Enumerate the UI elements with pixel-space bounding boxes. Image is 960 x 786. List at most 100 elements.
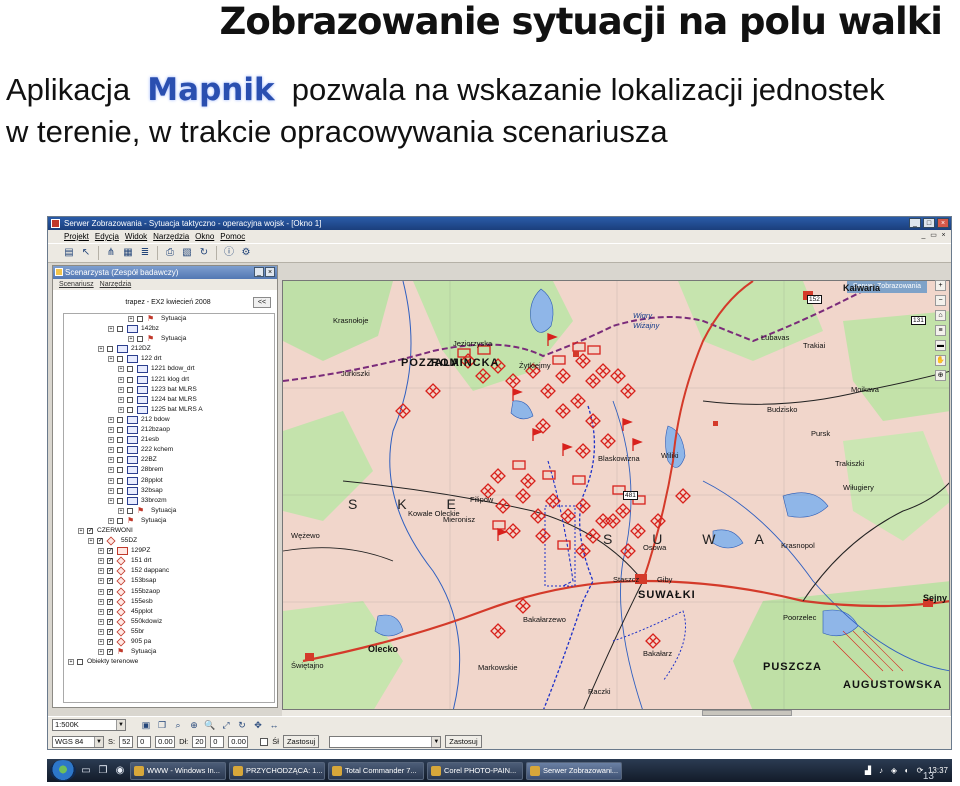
tree-item[interactable]: +32bsap [64,486,274,496]
network-icon[interactable]: ⋔ [104,246,118,260]
expand-toggle-icon[interactable]: + [108,437,114,444]
tree-item-checkbox[interactable] [127,366,133,373]
map-icon[interactable]: ▧ [180,246,194,260]
mdi-close-icon[interactable]: × [939,231,948,240]
expand-toggle-icon[interactable]: + [108,326,114,333]
tree-item-checkbox[interactable] [107,627,113,637]
expand-toggle-icon[interactable]: + [108,457,114,464]
collapse-panel-button[interactable]: << [253,297,271,308]
tree-item[interactable]: +1221 klog drt [64,375,274,385]
expand-toggle-icon[interactable]: + [128,336,134,343]
tree-item-checkbox[interactable] [107,647,113,657]
expand-toggle-icon[interactable]: + [98,639,104,645]
tree-item[interactable]: +222 kchem [64,445,274,455]
tree-item-checkbox[interactable] [117,447,123,454]
expand-toggle-icon[interactable]: + [98,588,104,595]
expand-toggle-icon[interactable]: + [118,507,124,514]
expand-toggle-icon[interactable]: + [118,366,124,373]
expand-toggle-icon[interactable]: + [118,386,124,393]
tree-item[interactable]: +28brem [64,465,274,475]
tree-item[interactable]: +129PZ [64,546,274,556]
copy-icon[interactable]: ❐ [156,719,168,731]
tree-item-checkbox[interactable] [107,617,113,627]
expand-toggle-icon[interactable]: + [98,649,104,656]
switch-windows-icon[interactable]: ❐ [96,764,110,778]
settings-icon[interactable]: ⚙ [239,246,253,260]
tree-item[interactable]: +55br [64,627,274,637]
location-combo[interactable]: ▼ [329,735,442,748]
pan-icon[interactable]: ✥ [252,719,264,731]
panel-titlebar[interactable]: Scenarzysta (Zespół badawczy) _ × [53,266,277,279]
si-checkbox[interactable] [260,737,269,746]
tree-item-checkbox[interactable] [117,437,123,444]
taskbar-button[interactable]: Corel PHOTO-PAIN... [427,761,523,780]
tree-item[interactable]: +1223 bat MLRS [64,385,274,395]
expand-toggle-icon[interactable]: + [98,618,104,625]
tree-item-checkbox[interactable] [117,467,123,474]
tree-item-checkbox[interactable] [107,346,113,353]
measure-icon[interactable]: ↔ [268,719,280,731]
expand-toggle-icon[interactable]: + [88,538,94,545]
tree-item[interactable]: +142bz [64,324,274,334]
latitude-seconds-field[interactable]: 0.00 [155,735,176,748]
tree-item[interactable]: +33brozm [64,496,274,506]
apply-coordinates-button[interactable]: Zastosuj [282,735,320,748]
expand-toggle-icon[interactable]: + [118,406,124,413]
expand-toggle-icon[interactable]: + [108,497,114,504]
tree-item-checkbox[interactable] [97,536,103,546]
show-desktop-icon[interactable]: ▭ [79,764,93,778]
volume-icon[interactable]: ♪ [876,766,886,776]
menu-okno[interactable]: Okno [195,230,214,243]
scale-select[interactable]: 1:500K ▼ [52,719,126,731]
tree-item[interactable]: +151 drt [64,556,274,566]
tree-item[interactable]: +21esb [64,435,274,445]
tree-item-checkbox[interactable] [77,659,83,666]
expand-toggle-icon[interactable]: + [118,396,124,403]
expand-toggle-icon[interactable]: + [108,487,114,494]
tree-item[interactable]: +153bsap [64,576,274,587]
expand-toggle-icon[interactable]: + [98,598,104,605]
longitude-minutes-field[interactable]: 0 [210,735,225,748]
mdi-minimize-icon[interactable]: _ [919,231,928,240]
expand-toggle-icon[interactable]: + [108,477,114,484]
tree-item-checkbox[interactable] [127,406,133,413]
tree-item-checkbox[interactable] [127,396,133,403]
tree-item[interactable]: +122 drt [64,354,274,364]
tree-item[interactable]: +1225 bat MLRS A [64,405,274,415]
refresh-icon[interactable]: ↻ [236,719,248,731]
print-icon[interactable]: ⎙ [163,246,177,260]
tree-item-checkbox[interactable] [107,556,113,566]
tree-item[interactable]: +212DZ [64,344,274,354]
tree-item-checkbox[interactable] [117,326,123,333]
tree-item-checkbox[interactable] [117,497,123,504]
expand-toggle-icon[interactable]: + [98,548,104,555]
tree-item[interactable]: +28pplot [64,476,274,486]
tree-item[interactable]: + ⚑ Sytuacja [64,334,274,344]
zoom-icon[interactable]: ⊕ [188,719,200,731]
tree-item-checkbox[interactable] [107,566,113,576]
layer-icon[interactable]: ≡ [935,325,946,336]
menu-projekt[interactable]: Projekt [64,230,89,243]
tree-item-checkbox[interactable] [107,546,113,556]
expand-toggle-icon[interactable]: + [108,447,114,454]
expand-toggle-icon[interactable]: + [108,427,114,434]
panel-minimize-button[interactable]: _ [254,267,264,277]
antivirus-icon[interactable]: ◈ [889,766,899,776]
datum-select[interactable]: WGS 84 ▼ [52,735,104,748]
tree-item[interactable]: + ⚑ Sytuacja [64,506,274,516]
longitude-degrees-field[interactable]: 20 [192,735,207,748]
tree-item[interactable]: +155esb [64,597,274,607]
browser-icon[interactable]: ◉ [113,764,127,778]
cursor-icon[interactable]: ↖ [79,246,93,260]
zoom-in-icon[interactable]: + [935,280,946,291]
expand-toggle-icon[interactable]: + [118,376,124,383]
target-icon[interactable]: ⊕ [935,370,946,381]
tree-item[interactable]: +55DZ [64,536,274,546]
tree-item-checkbox[interactable] [127,376,133,383]
taskbar-button[interactable]: Serwer Zobrazowani... [526,761,622,780]
expand-toggle-icon[interactable]: + [98,578,104,585]
apply-location-button[interactable]: Zastosuj [445,735,482,748]
zoom-out-icon[interactable]: − [935,295,946,306]
panel-close-button[interactable]: × [265,267,275,277]
tree-item[interactable]: +155bzaop [64,587,274,597]
